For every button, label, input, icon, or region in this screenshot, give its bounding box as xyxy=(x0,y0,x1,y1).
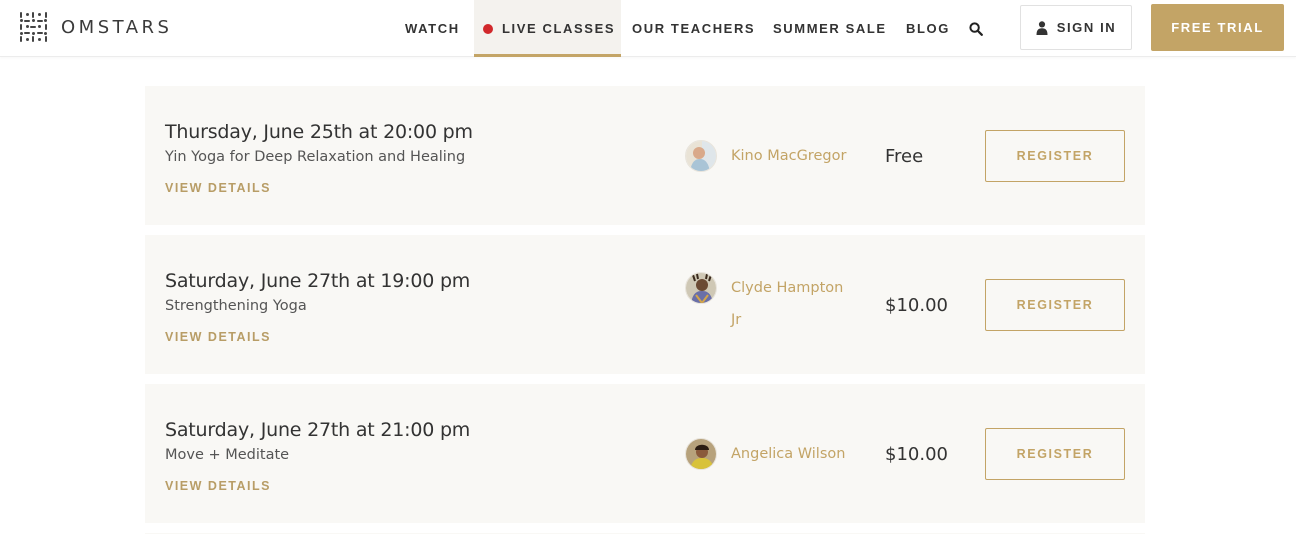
live-dot-icon xyxy=(483,23,493,34)
class-date: Thursday, June 25th at 20:00 pm xyxy=(165,121,473,143)
logo[interactable]: OMSTARS xyxy=(18,11,172,43)
nav-live-classes-label: LIVE CLASSES xyxy=(502,21,616,36)
nav-watch[interactable]: WATCH xyxy=(405,0,460,57)
user-icon xyxy=(1036,20,1048,35)
nav-summer-sale[interactable]: SUMMER SALE xyxy=(773,0,887,57)
view-details-link[interactable]: VIEW DETAILS xyxy=(165,181,271,195)
teacher-name-line2[interactable]: Jr xyxy=(731,304,741,336)
nav-blog[interactable]: BLOG xyxy=(906,0,950,57)
teacher-avatar[interactable] xyxy=(685,438,717,470)
nav-our-teachers[interactable]: OUR TEACHERS xyxy=(632,0,755,57)
class-price: Free xyxy=(885,146,924,167)
sign-in-label: SIGN IN xyxy=(1056,20,1117,35)
class-price: $10.00 xyxy=(885,444,948,465)
class-title: Move + Meditate xyxy=(165,447,290,463)
class-title: Strengthening Yoga xyxy=(165,298,307,314)
register-button[interactable]: REGISTER xyxy=(985,279,1125,331)
register-button[interactable]: REGISTER xyxy=(985,130,1125,182)
class-card: Saturday, June 27th at 21:00 pm Move + M… xyxy=(145,384,1145,523)
sign-in-button[interactable]: SIGN IN xyxy=(1020,5,1132,50)
site-header: OMSTARS WATCH LIVE CLASSES OUR TEACHERS … xyxy=(0,0,1296,57)
view-details-link[interactable]: VIEW DETAILS xyxy=(165,479,271,493)
teacher-avatar[interactable] xyxy=(685,272,717,304)
teacher-name[interactable]: Kino MacGregor xyxy=(731,140,846,172)
teacher-avatar[interactable] xyxy=(685,140,717,172)
logo-text: OMSTARS xyxy=(61,16,173,38)
teacher-name[interactable]: Clyde Hampton xyxy=(731,272,843,304)
class-title: Yin Yoga for Deep Relaxation and Healing xyxy=(165,149,466,165)
class-price: $10.00 xyxy=(885,295,948,316)
class-date: Saturday, June 27th at 21:00 pm xyxy=(165,419,471,441)
nav-live-classes[interactable]: LIVE CLASSES xyxy=(474,0,621,57)
class-card: Thursday, June 25th at 20:00 pm Yin Yoga… xyxy=(145,86,1145,225)
register-button[interactable]: REGISTER xyxy=(985,428,1125,480)
teacher-name[interactable]: Angelica Wilson xyxy=(731,438,845,470)
search-icon[interactable] xyxy=(969,0,985,57)
class-card: Saturday, June 27th at 19:00 pm Strength… xyxy=(145,235,1145,374)
free-trial-button[interactable]: FREE TRIAL xyxy=(1151,4,1284,51)
class-date: Saturday, June 27th at 19:00 pm xyxy=(165,270,471,292)
logo-mark-icon xyxy=(18,11,49,43)
view-details-link[interactable]: VIEW DETAILS xyxy=(165,330,271,344)
